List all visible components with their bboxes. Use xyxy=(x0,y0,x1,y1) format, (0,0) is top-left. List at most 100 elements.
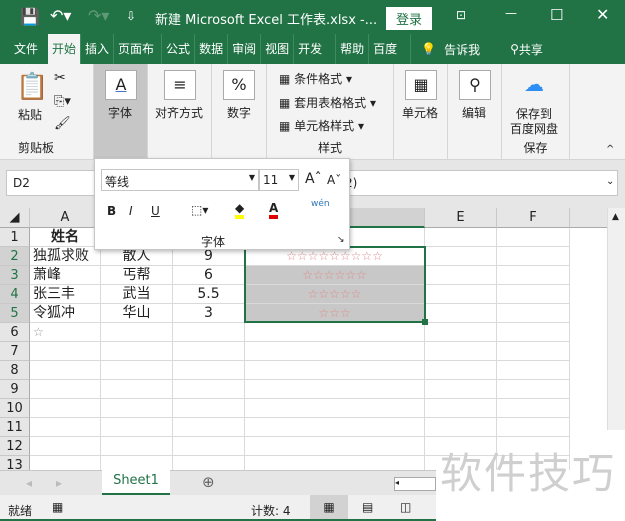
cell[interactable]: 独孤求败 xyxy=(30,247,101,266)
normal-view-icon[interactable]: ▦ xyxy=(310,495,348,519)
row-header[interactable]: 12 xyxy=(0,437,30,456)
cell[interactable] xyxy=(245,437,425,456)
cell[interactable] xyxy=(245,361,425,380)
undo-icon[interactable]: ↶▾ xyxy=(50,6,71,25)
cell[interactable] xyxy=(497,285,570,304)
cell[interactable] xyxy=(425,342,497,361)
font-size-select[interactable]: 11 ▼ xyxy=(259,169,299,191)
cell[interactable]: 5.5 xyxy=(173,285,245,304)
editing-group[interactable]: ⚲ 编辑 xyxy=(448,64,502,160)
formula-input[interactable]: 2) xyxy=(340,170,618,196)
cell[interactable]: 华山 xyxy=(101,304,173,323)
paste-button[interactable]: 粘贴 xyxy=(18,106,42,123)
cell[interactable] xyxy=(101,418,173,437)
cell[interactable] xyxy=(425,285,497,304)
name-box[interactable]: D2 xyxy=(6,170,96,196)
cell[interactable]: ☆ xyxy=(30,323,101,342)
maximize-button[interactable]: ☐ xyxy=(550,6,563,24)
sheet-tab-sheet1[interactable]: Sheet1 xyxy=(102,470,170,495)
login-button[interactable]: 登录 xyxy=(386,7,433,30)
cell[interactable] xyxy=(30,456,101,470)
cell[interactable] xyxy=(30,418,101,437)
cell[interactable]: 3 xyxy=(173,304,245,323)
cut-icon[interactable]: ✂ xyxy=(54,70,66,86)
collapse-ribbon-icon[interactable]: ^ xyxy=(606,144,614,155)
cell[interactable] xyxy=(245,380,425,399)
ribbon-display-icon[interactable]: ⊡ xyxy=(456,8,466,22)
redo-icon[interactable]: ↷▾ xyxy=(88,6,109,25)
minimize-button[interactable]: — xyxy=(505,6,517,20)
decrease-font-icon[interactable]: Aˇ xyxy=(327,173,341,187)
fill-handle[interactable] xyxy=(422,319,428,325)
cell[interactable] xyxy=(497,266,570,285)
phonetic-icon[interactable]: wén xyxy=(311,199,330,209)
cell[interactable] xyxy=(497,342,570,361)
format-painter-icon[interactable]: 🖌 xyxy=(54,116,71,131)
cell[interactable]: ☆☆☆☆☆☆ xyxy=(245,266,425,285)
column-header[interactable]: E xyxy=(425,208,497,228)
cell[interactable]: ☆☆☆ xyxy=(245,304,425,323)
row-header[interactable]: 9 xyxy=(0,380,30,399)
cell[interactable] xyxy=(173,361,245,380)
cell[interactable] xyxy=(245,418,425,437)
font-name-select[interactable]: 等线 ▼ xyxy=(101,169,259,191)
cell[interactable] xyxy=(101,323,173,342)
tab-file[interactable]: 文件 xyxy=(0,34,48,64)
cell[interactable] xyxy=(425,361,497,380)
cell[interactable] xyxy=(425,380,497,399)
cell[interactable] xyxy=(101,361,173,380)
cell[interactable]: ☆☆☆☆☆ xyxy=(245,285,425,304)
tab-baidu[interactable]: 百度网盘 xyxy=(369,34,412,64)
cell[interactable] xyxy=(30,361,101,380)
table-format-button[interactable]: ▦ 套用表格格式 ▾ xyxy=(279,94,376,111)
add-sheet-icon[interactable]: ⊕ xyxy=(202,473,215,491)
cell[interactable] xyxy=(245,323,425,342)
bold-button[interactable]: B xyxy=(107,204,116,218)
share-button[interactable]: 共享 xyxy=(519,41,543,58)
cell[interactable] xyxy=(425,247,497,266)
row-header[interactable]: 10 xyxy=(0,399,30,418)
cell[interactable]: 令狐冲 xyxy=(30,304,101,323)
cell[interactable] xyxy=(173,437,245,456)
row-header[interactable]: 2 xyxy=(0,247,30,266)
tab-view[interactable]: 视图 xyxy=(261,34,295,64)
row-header[interactable]: 6 xyxy=(0,323,30,342)
font-dialog-launcher-icon[interactable]: ↘ xyxy=(337,235,345,245)
font-color-icon[interactable]: A xyxy=(269,201,279,219)
cell[interactable] xyxy=(173,418,245,437)
tab-insert[interactable]: 插入 xyxy=(81,34,115,64)
cell[interactable]: 萧峰 xyxy=(30,266,101,285)
baidu-group[interactable]: ☁ 保存到 百度网盘 保存 xyxy=(502,64,570,160)
tab-page-layout[interactable]: 页面布局 xyxy=(114,34,163,64)
cell[interactable] xyxy=(425,323,497,342)
tab-help[interactable]: 帮助 xyxy=(336,34,370,64)
cell[interactable] xyxy=(101,380,173,399)
underline-button[interactable]: U xyxy=(151,204,160,218)
page-break-view-icon[interactable]: ◫ xyxy=(400,500,411,514)
customize-icon[interactable]: ⇩ xyxy=(126,9,136,23)
alignment-group[interactable]: ≡ 对齐方式 xyxy=(148,64,212,160)
tab-developer[interactable]: 开发工具 xyxy=(294,34,337,64)
row-header[interactable]: 11 xyxy=(0,418,30,437)
row-header[interactable]: 4 xyxy=(0,285,30,304)
cell[interactable] xyxy=(30,342,101,361)
cell[interactable] xyxy=(497,399,570,418)
cell[interactable] xyxy=(425,418,497,437)
cell[interactable] xyxy=(101,342,173,361)
number-group[interactable]: % 数字 xyxy=(212,64,267,160)
expand-formula-icon[interactable]: ⌄ xyxy=(606,176,614,187)
cell[interactable]: 丐帮 xyxy=(101,266,173,285)
macro-record-icon[interactable]: ▦ xyxy=(52,500,63,514)
cell[interactable] xyxy=(173,342,245,361)
increase-font-icon[interactable]: Aˆ xyxy=(305,171,322,187)
prev-sheet-icon[interactable]: ◂ xyxy=(26,476,32,490)
cell[interactable] xyxy=(425,266,497,285)
conditional-format-button[interactable]: ▦ 条件格式 ▾ xyxy=(279,70,352,87)
cell[interactable] xyxy=(173,399,245,418)
cell[interactable]: 姓名 xyxy=(30,228,101,247)
cell[interactable] xyxy=(173,323,245,342)
next-sheet-icon[interactable]: ▸ xyxy=(56,476,62,490)
column-header[interactable] xyxy=(570,208,607,228)
border-icon[interactable]: ⬚▾ xyxy=(191,203,208,217)
cell[interactable] xyxy=(497,228,570,247)
